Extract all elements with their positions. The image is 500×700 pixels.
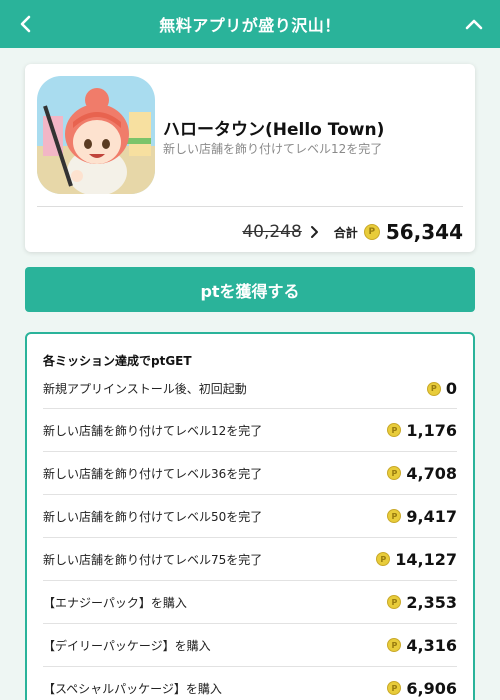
mission-name: 新しい店舗を飾り付けてレベル36を完了 [43, 466, 263, 481]
missions-title: 各ミッション達成でptGET [43, 354, 192, 368]
mission-points-value: 6,906 [406, 678, 457, 698]
total-points: 56,344 [385, 220, 463, 244]
mission-points: P 4,708 [387, 464, 457, 483]
total-label: 合計 [333, 225, 358, 240]
app-card: ハロータウン(Hello Town) 新しい店舗を飾り付けてレベル12を完了 4… [25, 64, 475, 252]
mission-points: P 6,906 [387, 679, 457, 698]
mission-points-value: 4,708 [406, 463, 457, 483]
list-item: 【エナジーパック】を購入 P 2,353 [43, 581, 457, 624]
app-description: 新しい店舗を飾り付けてレベル12を完了 [163, 142, 383, 156]
mission-points: P 14,127 [376, 550, 457, 569]
mission-points: P 1,176 [387, 421, 457, 440]
coin-icon: P [363, 224, 380, 240]
back-button[interactable] [12, 10, 40, 38]
coin-icon: P [387, 423, 402, 437]
coin-icon: P [426, 381, 441, 396]
old-points: 40,248 [242, 222, 302, 242]
mission-name: 新しい店舗を飾り付けてレベル75を完了 [43, 552, 263, 567]
list-item: 【スペシャルパッケージ】を購入 P 6,906 [43, 667, 457, 700]
get-points-button[interactable]: ptを獲得する [25, 267, 475, 312]
coin-icon: P [387, 466, 402, 480]
coin-icon: P [387, 681, 402, 695]
mission-name: 新しい店舗を飾り付けてレベル12を完了 [43, 423, 263, 438]
mission-name: 新規アプリインストール後、初回起動 [43, 382, 247, 396]
page-title: 無料アプリが盛り沢山！ [159, 16, 341, 35]
list-item: 新しい店舗を飾り付けてレベル12を完了 P 1,176 [43, 409, 457, 452]
mission-list: 新規アプリインストール後、初回起動 P 0 新しい店舗を飾り付けてレベル12を完… [43, 369, 457, 700]
list-item: 【デイリーパッケージ】を購入 P 4,316 [43, 624, 457, 667]
mission-name: 新しい店舗を飾り付けてレベル50を完了 [43, 509, 263, 524]
top-bar: 無料アプリが盛り沢山！ [0, 0, 500, 48]
coin-icon: P [387, 595, 402, 609]
mission-points: P 9,417 [387, 507, 457, 526]
chevron-left-icon [20, 15, 31, 33]
mission-points: P 4,316 [387, 636, 457, 655]
mission-name: 【デイリーパッケージ】を購入 [43, 638, 211, 653]
mission-points-value: 2,353 [406, 592, 457, 612]
mission-points: P 0 [426, 379, 457, 398]
mission-name: 【エナジーパック】を購入 [43, 595, 187, 610]
list-item: 新しい店舗を飾り付けてレベル36を完了 P 4,708 [43, 452, 457, 495]
mission-points-value: 0 [445, 379, 457, 398]
mission-points-value: 9,417 [406, 506, 457, 526]
app-icon [37, 76, 155, 194]
mission-points-value: 4,316 [406, 635, 457, 655]
chevron-right-icon [308, 225, 322, 239]
app-name: ハロータウン(Hello Town) [163, 120, 385, 140]
mission-points-value: 14,127 [395, 549, 457, 569]
chevron-up-icon [465, 19, 483, 30]
mission-name: 【スペシャルパッケージ】を購入 [43, 681, 222, 696]
missions-panel: 各ミッション達成でptGET 新規アプリインストール後、初回起動 P 0 新しい… [25, 332, 475, 700]
coin-icon: P [387, 638, 402, 652]
mission-points: P 2,353 [387, 593, 457, 612]
list-item: 新規アプリインストール後、初回起動 P 0 [43, 369, 457, 409]
divider [37, 206, 463, 207]
points-summary: 40,248 合計 P 56,344 [242, 218, 463, 246]
collapse-button[interactable] [460, 10, 488, 38]
coin-icon: P [387, 509, 402, 523]
coin-icon: P [376, 552, 391, 566]
list-item: 新しい店舗を飾り付けてレベル50を完了 P 9,417 [43, 495, 457, 538]
list-item: 新しい店舗を飾り付けてレベル75を完了 P 14,127 [43, 538, 457, 581]
mission-points-value: 1,176 [406, 420, 457, 440]
